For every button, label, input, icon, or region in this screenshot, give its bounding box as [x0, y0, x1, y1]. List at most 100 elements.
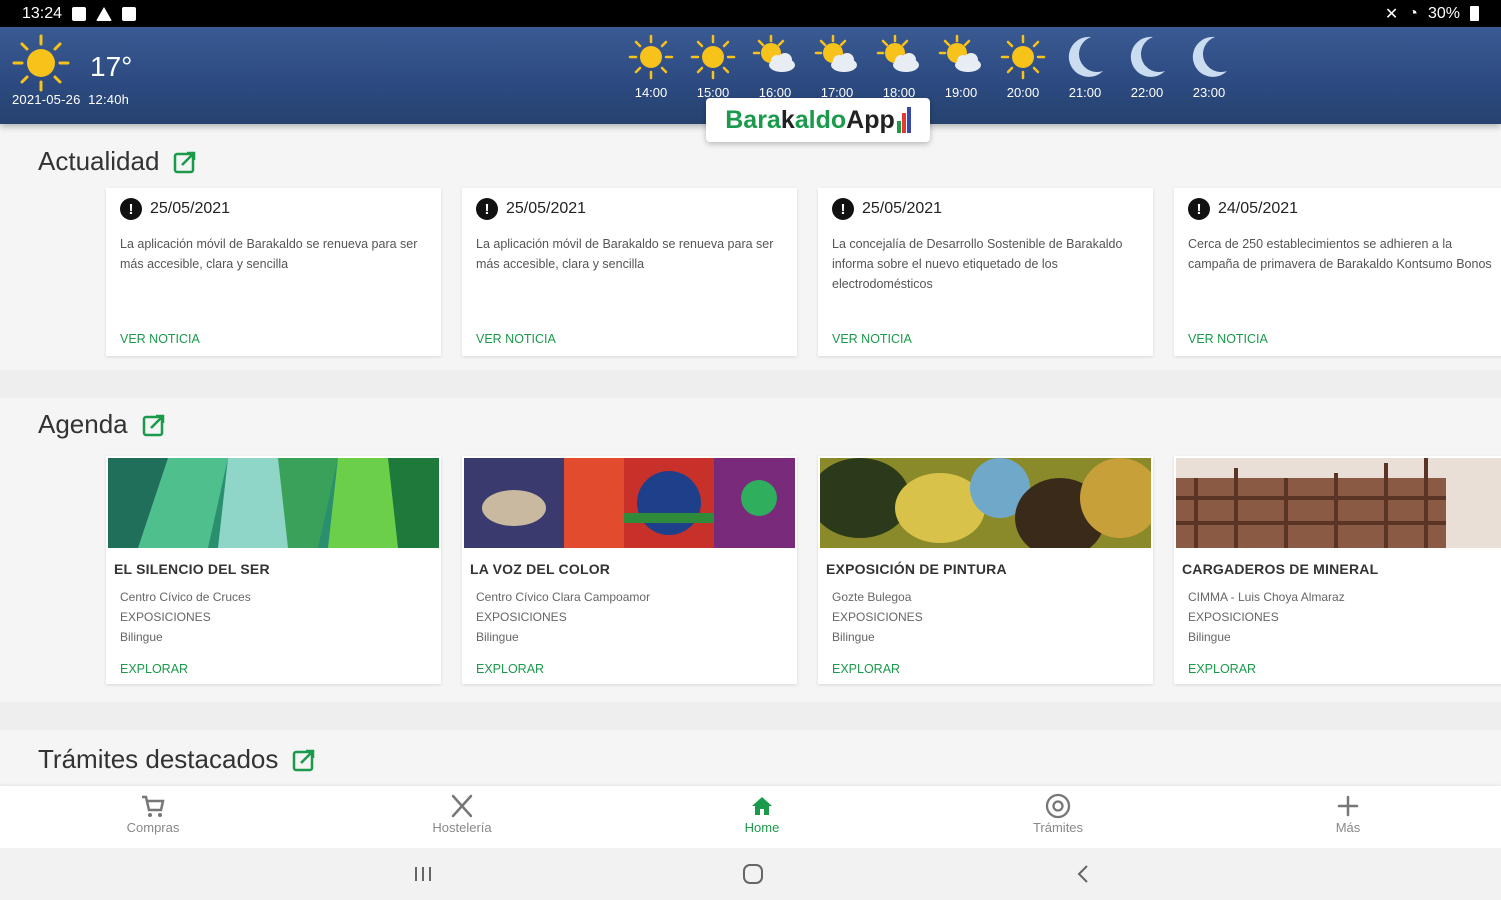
sun-cloud-icon: [938, 34, 981, 72]
forecast-hour: 21:00: [1054, 33, 1116, 100]
barakaldo-app-logo: Bara k aldo App: [706, 98, 930, 142]
sun-cloud-icon: [876, 34, 919, 72]
news-summary: La aplicación móvil de Barakaldo se renu…: [120, 237, 418, 271]
bottom-navigation: Compras Hostelería Home Trámites Más: [0, 786, 1501, 848]
forecast-hour: 15:00: [682, 33, 744, 100]
home-system-icon[interactable]: [738, 862, 768, 886]
alert-icon: !: [1188, 198, 1210, 220]
news-date: 24/05/2021: [1218, 200, 1299, 217]
event-category: EXPOSICIONES: [476, 610, 567, 624]
plus-icon: [1337, 795, 1359, 817]
news-card[interactable]: ! 25/05/2021 La concejalía de Desarrollo …: [818, 188, 1153, 356]
explorar-link[interactable]: EXPLORAR: [476, 662, 544, 676]
section-title-actualidad[interactable]: Actualidad: [38, 146, 197, 177]
forecast-hour: 18:00: [868, 33, 930, 100]
news-summary: Cerca de 250 establecimientos se adhiere…: [1188, 237, 1492, 271]
alert-icon: !: [476, 198, 498, 220]
explorar-link[interactable]: EXPLORAR: [832, 662, 900, 676]
event-title: CARGADEROS DE MINERAL: [1182, 561, 1379, 577]
forecast-hour: 23:00: [1178, 33, 1240, 100]
event-card[interactable]: LA VOZ DEL COLOR Centro Cívico Clara Cam…: [462, 456, 797, 684]
utensils-icon: [451, 794, 473, 818]
event-category: EXPOSICIONES: [120, 610, 211, 624]
section-divider: [0, 702, 1501, 730]
current-temperature: 17°: [90, 51, 133, 82]
sun-icon: [690, 34, 736, 80]
external-link-icon[interactable]: [292, 748, 316, 772]
home-icon: [752, 797, 772, 815]
alert-icon: !: [832, 198, 854, 220]
event-title: EL SILENCIO DEL SER: [114, 561, 270, 577]
event-card[interactable]: EXPOSICIÓN DE PINTURA Gozte Bulegoa EXPO…: [810, 456, 1160, 684]
sun-icon: [628, 34, 674, 80]
hourly-forecast: 14:00 15:00 16:00 17:00 18:00 19:00 20:0…: [620, 33, 1240, 100]
moon-icon: [1192, 36, 1227, 77]
news-card[interactable]: ! 25/05/2021 La aplicación móvil de Barak…: [106, 188, 441, 356]
event-language: Bilingue: [832, 630, 875, 644]
news-summary: La aplicación móvil de Barakaldo se renu…: [476, 237, 774, 271]
event-image: [108, 458, 439, 548]
status-bar: 13:24 ✕ ◔ 30%: [0, 0, 1501, 27]
nav-mas[interactable]: Más: [1288, 792, 1408, 835]
external-link-icon[interactable]: [173, 150, 197, 174]
external-link-icon[interactable]: [142, 413, 166, 437]
event-image: [810, 458, 1160, 558]
event-image: [1176, 458, 1501, 548]
event-title: EXPOSICIÓN DE PINTURA: [826, 561, 1007, 577]
event-category: EXPOSICIONES: [1188, 610, 1279, 624]
nav-hosteleria[interactable]: Hostelería: [402, 792, 522, 835]
cart-icon: [142, 795, 165, 817]
event-title: LA VOZ DEL COLOR: [470, 561, 611, 577]
wifi-icon: ◔: [1408, 4, 1418, 22]
event-card[interactable]: CARGADEROS DE MINERAL CIMMA - Luis Choya…: [1174, 456, 1501, 684]
forecast-hour: 16:00: [744, 33, 806, 100]
battery-icon: [1470, 6, 1479, 21]
current-datetime: 2021-05-26 12:40h: [12, 92, 130, 107]
sun-cloud-icon: [752, 34, 795, 72]
event-category: EXPOSICIONES: [832, 610, 923, 624]
news-card[interactable]: ! 24/05/2021 Cerca de 250 establecimiento…: [1174, 188, 1501, 356]
warning-notification-icon: [96, 6, 113, 21]
news-summary: La concejalía de Desarrollo Sostenible d…: [832, 237, 1123, 291]
back-icon[interactable]: [1068, 862, 1098, 886]
event-language: Bilingue: [476, 630, 519, 644]
mute-icon: ✕: [1384, 5, 1399, 23]
forecast-hour: 14:00: [620, 33, 682, 100]
section-divider: [0, 370, 1501, 398]
ver-noticia-link[interactable]: VER NOTICIA: [476, 332, 556, 346]
at-icon: [1045, 793, 1071, 819]
news-carousel[interactable]: ! 25/05/2021 La aplicación móvil de Barak…: [106, 188, 1501, 356]
moon-icon: [1068, 36, 1103, 77]
section-title-tramites[interactable]: Trámites destacados: [38, 744, 316, 775]
moon-icon: [1130, 36, 1165, 77]
event-language: Bilingue: [120, 630, 163, 644]
status-time: 13:24: [22, 4, 63, 22]
alert-icon: !: [120, 198, 142, 220]
ver-noticia-link[interactable]: VER NOTICIA: [832, 332, 912, 346]
image-notification-icon: [72, 6, 87, 21]
forecast-hour: 22:00: [1116, 33, 1178, 100]
nav-compras[interactable]: Compras: [93, 792, 213, 835]
system-navigation-bar: [0, 848, 1501, 900]
event-language: Bilingue: [1188, 630, 1231, 644]
agenda-carousel[interactable]: EL SILENCIO DEL SER Centro Cívico de Cru…: [106, 456, 1501, 684]
event-place: Gozte Bulegoa: [832, 590, 912, 604]
explorar-link[interactable]: EXPLORAR: [1188, 662, 1256, 676]
event-card[interactable]: EL SILENCIO DEL SER Centro Cívico de Cru…: [106, 456, 441, 684]
forecast-hour: 17:00: [806, 33, 868, 100]
forecast-hour: 20:00: [992, 33, 1054, 100]
logo-mark-icon: [896, 107, 911, 133]
explorar-link[interactable]: EXPLORAR: [120, 662, 188, 676]
event-place: Centro Cívico de Cruces: [120, 590, 251, 604]
sun-icon: [1000, 34, 1046, 80]
news-card[interactable]: ! 25/05/2021 La aplicación móvil de Barak…: [462, 188, 797, 356]
ver-noticia-link[interactable]: VER NOTICIA: [1188, 332, 1268, 346]
section-title-agenda[interactable]: Agenda: [38, 409, 166, 440]
news-date: 25/05/2021: [506, 200, 587, 217]
event-place: CIMMA - Luis Choya Almaraz: [1188, 590, 1345, 604]
ver-noticia-link[interactable]: VER NOTICIA: [120, 332, 200, 346]
recent-apps-icon[interactable]: [408, 862, 438, 886]
event-place: Centro Cívico Clara Campoamor: [476, 590, 651, 604]
nav-tramites[interactable]: Trámites: [998, 792, 1118, 835]
nav-home[interactable]: Home: [702, 792, 822, 835]
